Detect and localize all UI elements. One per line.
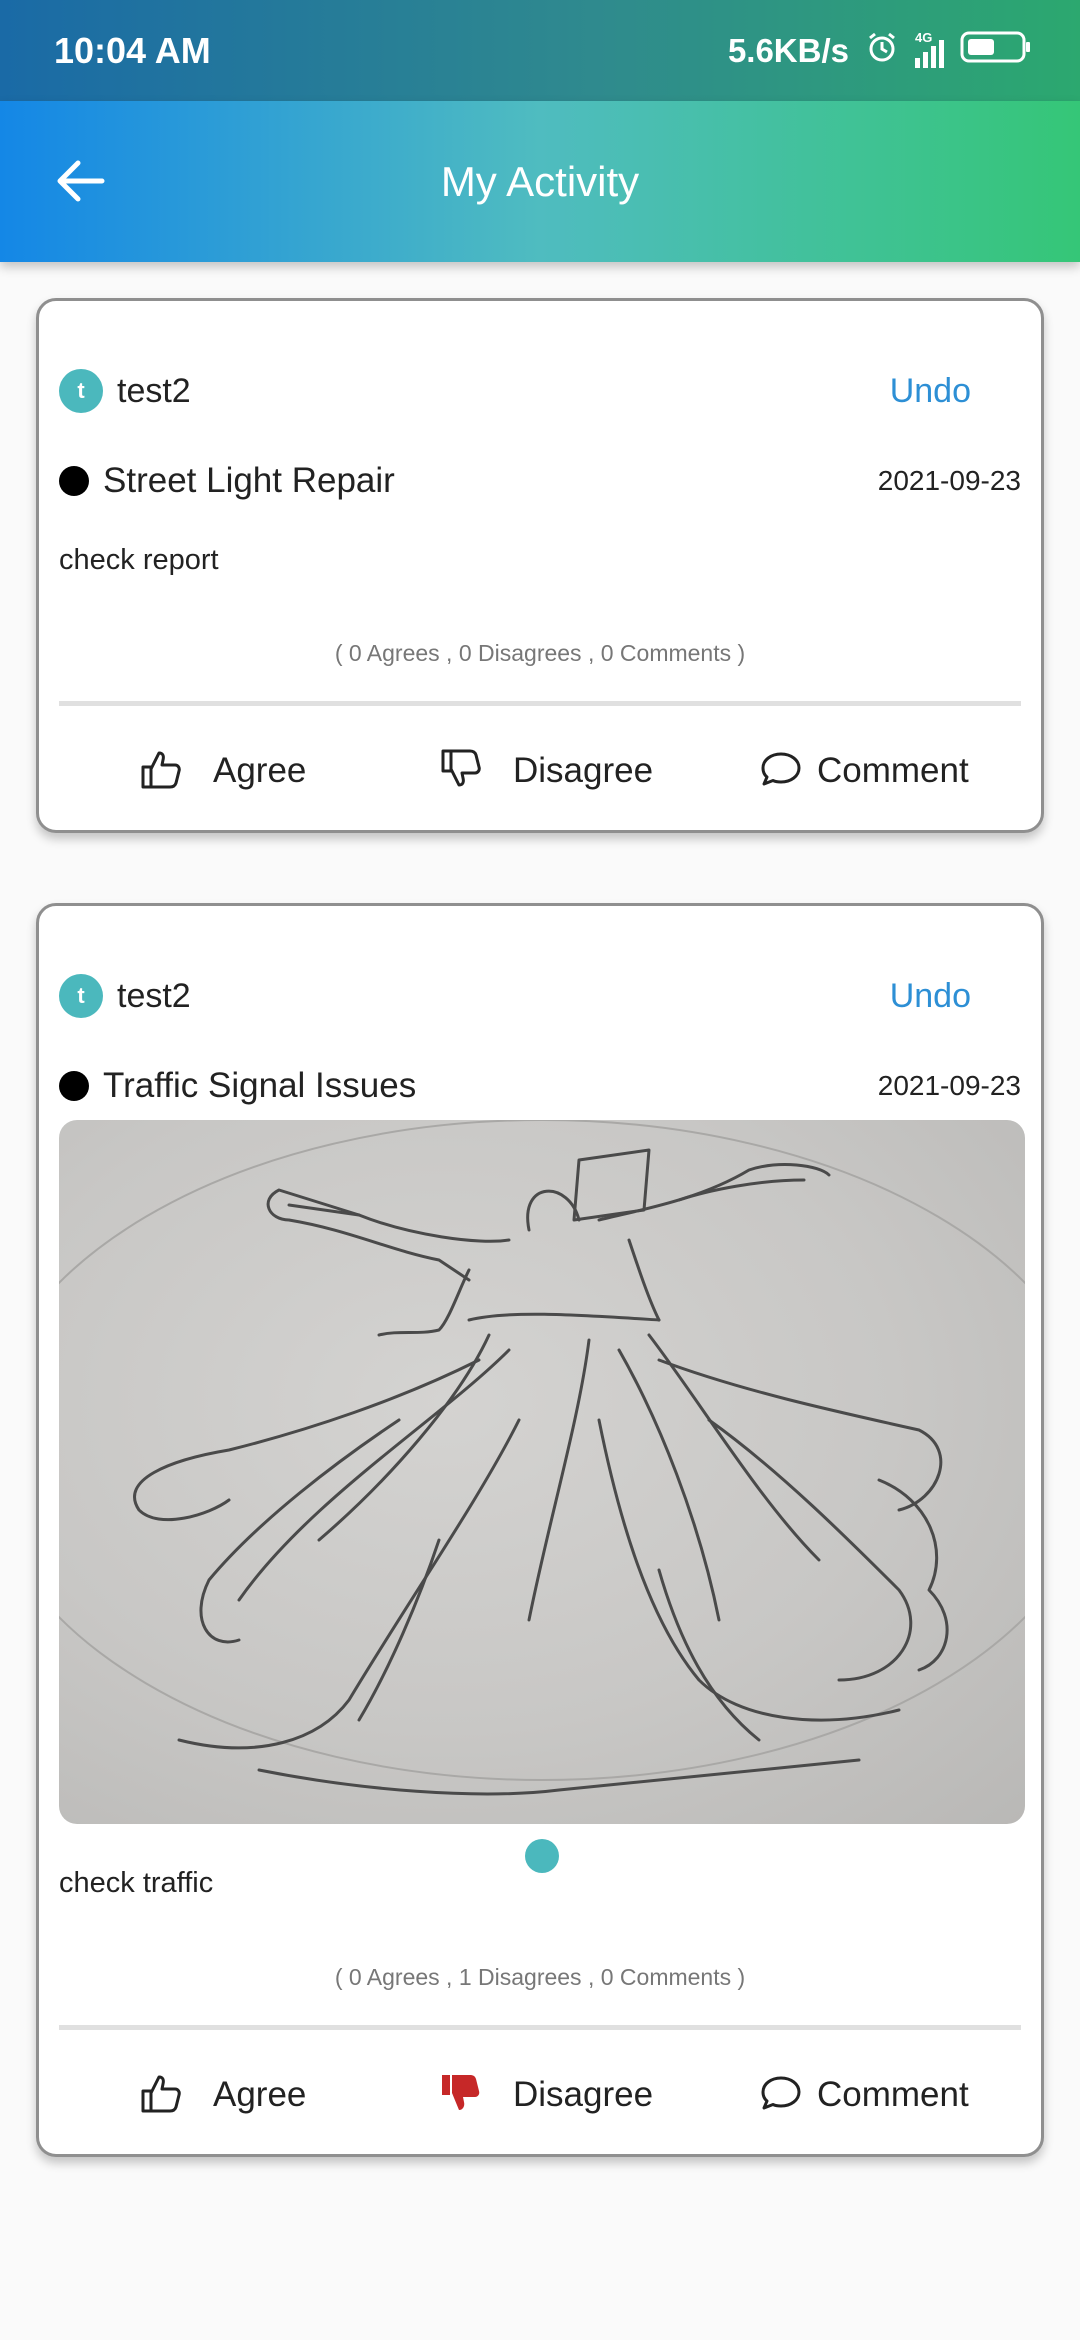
thumbs-up-icon [139, 2071, 183, 2120]
agree-button[interactable]: Agree [139, 731, 306, 811]
disagree-label: Disagree [513, 2075, 654, 2114]
category-row: Traffic Signal Issues 2021-09-23 [59, 1061, 1021, 1111]
battery-icon [960, 30, 1032, 72]
post-author-row: t test2 Undo [59, 366, 1021, 416]
undo-button[interactable]: Undo [890, 372, 971, 411]
sketch-illustration [59, 1120, 1025, 1796]
comment-button[interactable]: Comment [759, 2055, 969, 2135]
agree-label: Agree [213, 2075, 307, 2114]
undo-button[interactable]: Undo [890, 977, 971, 1016]
post-stats: ( 0 Agrees , 1 Disagrees , 0 Comments ) [334, 1964, 746, 1990]
alarm-icon [865, 30, 899, 72]
network-type: 4G [915, 29, 933, 45]
thumbs-down-filled-icon [439, 2071, 483, 2120]
action-bar: Agree Disagree Comment [39, 2055, 1041, 2135]
agree-button[interactable]: Agree [139, 2055, 306, 2135]
category-dot-icon [59, 466, 89, 496]
comment-label: Comment [817, 751, 969, 790]
post-description: check traffic [59, 1867, 214, 1899]
comment-bubble-icon [759, 747, 803, 796]
category-row: Street Light Repair 2021-09-23 [59, 456, 1021, 506]
comment-button[interactable]: Comment [759, 731, 969, 811]
action-bar: Agree Disagree Comment [39, 731, 1041, 811]
avatar: t [59, 974, 103, 1018]
comment-label: Comment [817, 2075, 969, 2114]
activity-card: t test2 Undo Street Light Repair 2021-09… [36, 298, 1044, 833]
page-title: My Activity [440, 158, 640, 205]
username: test2 [117, 976, 191, 1015]
post-date: 2021-09-23 [877, 1070, 1021, 1101]
post-stats: ( 0 Agrees , 0 Disagrees , 0 Comments ) [334, 640, 746, 666]
post-author-row: t test2 Undo [59, 971, 1021, 1021]
app-bar: My Activity [0, 101, 1080, 262]
divider [59, 701, 1021, 706]
avatar: t [59, 369, 103, 413]
agree-label: Agree [213, 751, 307, 790]
thumbs-down-icon [439, 747, 483, 796]
category-dot-icon [59, 1071, 89, 1101]
disagree-button[interactable]: Disagree [439, 731, 653, 811]
disagree-button-active[interactable]: Disagree [439, 2055, 653, 2135]
post-image[interactable] [59, 1120, 1025, 1824]
status-bar: 10:04 AM 5.6KB/s 4G [0, 0, 1080, 101]
disagree-label: Disagree [513, 751, 654, 790]
category-title: Traffic Signal Issues [103, 1066, 417, 1105]
status-time: 10:04 AM [54, 29, 211, 71]
signal-icon: 4G [915, 30, 944, 68]
category-title: Street Light Repair [103, 461, 395, 500]
comment-bubble-icon [759, 2071, 803, 2120]
network-speed: 5.6KB/s [727, 31, 849, 69]
thumbs-up-icon [139, 747, 183, 796]
post-date: 2021-09-23 [877, 465, 1021, 496]
image-pager-dot[interactable] [525, 1839, 559, 1873]
divider [59, 2025, 1021, 2030]
post-description: check report [59, 544, 219, 576]
username: test2 [117, 371, 191, 410]
activity-card: t test2 Undo Traffic Signal Issues 2021-… [36, 903, 1044, 2157]
